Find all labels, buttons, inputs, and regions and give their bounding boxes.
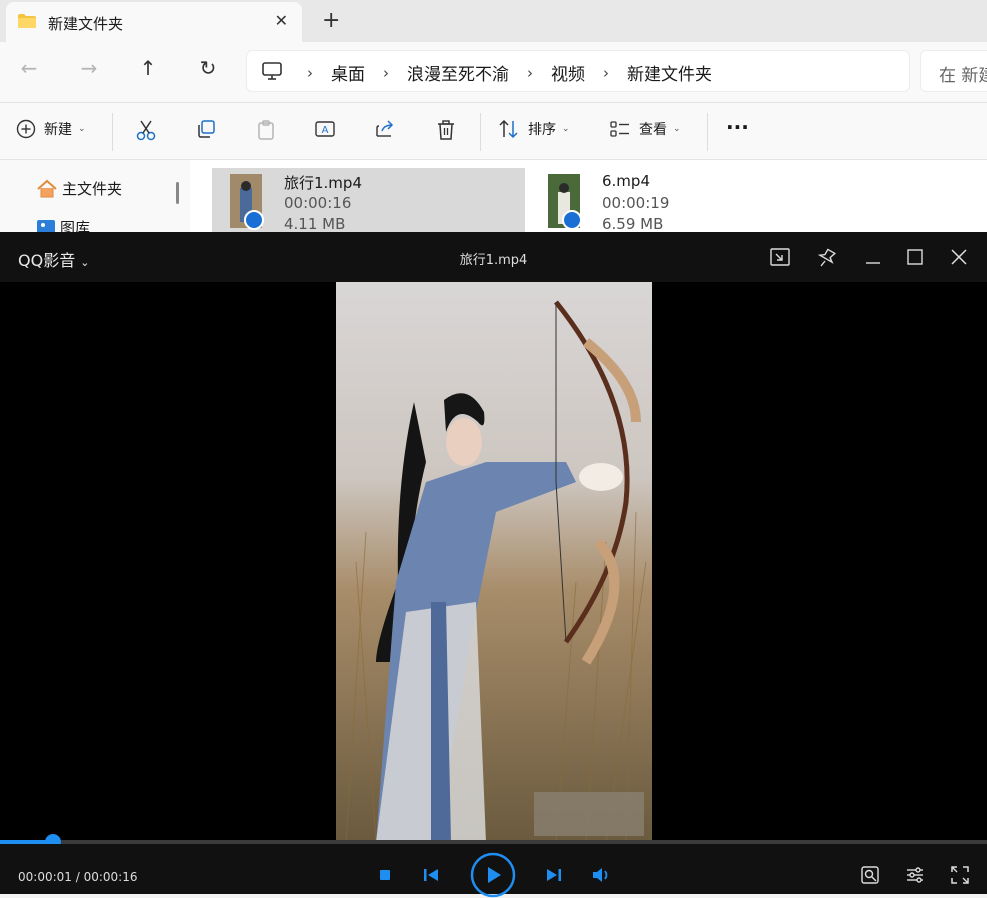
breadcrumb-item[interactable]: 视频	[551, 60, 585, 85]
divider	[112, 113, 113, 151]
rename-button[interactable]: A	[314, 119, 336, 139]
view-list-icon	[610, 121, 629, 137]
search-input[interactable]: 在 新建	[920, 50, 987, 92]
nav-item-label: 主文件夹	[62, 180, 123, 198]
previous-icon[interactable]	[421, 866, 441, 884]
plus-circle-icon	[16, 119, 36, 139]
rename-icon: A	[315, 121, 335, 137]
sort-label: 排序	[528, 122, 556, 138]
time-display: 00:00:01 / 00:00:16	[18, 870, 138, 884]
breadcrumb-item[interactable]: 新建文件夹	[627, 60, 712, 85]
next-icon[interactable]	[544, 866, 564, 884]
volume-icon[interactable]	[591, 865, 613, 885]
monitor-icon	[262, 62, 282, 80]
clipboard-icon	[258, 120, 274, 140]
navigation-pane: 主文件夹 图库	[0, 160, 190, 237]
mini-mode-icon[interactable]	[769, 246, 791, 268]
breadcrumb[interactable]: › 桌面 › 浪漫至死不渝 › 视频 › 新建文件夹	[246, 50, 910, 92]
view-button[interactable]: 查看 ⌄	[609, 119, 681, 139]
search-placeholder: 在 新建	[939, 66, 987, 86]
new-button[interactable]: 新建 ⌄	[16, 119, 86, 139]
qq-player-icon	[244, 210, 264, 230]
player-title: 旅行1.mp4	[459, 253, 528, 268]
chevron-right-icon[interactable]: ›	[383, 64, 389, 82]
new-tab-button[interactable]: +	[322, 8, 340, 33]
settings-sliders-icon[interactable]	[904, 864, 926, 886]
chevron-down-icon: ⌄	[78, 124, 86, 134]
file-explorer-window: 新建文件夹 ✕ + ← → ↑ ↻ › 桌面 › 浪漫至死不渝 › 视频 › 新建文件夹 在 …	[0, 0, 987, 237]
svg-text:A: A	[322, 125, 329, 136]
chevron-down-icon: ⌄	[673, 124, 681, 134]
close-icon[interactable]: ✕	[275, 11, 288, 30]
tab-current-folder[interactable]: 新建文件夹 ✕	[6, 2, 302, 42]
file-name: 旅行1.mp4	[284, 174, 362, 192]
file-name: 6.mp4	[602, 172, 650, 190]
sort-button[interactable]: 排序 ⌄	[498, 119, 570, 139]
minimize-icon[interactable]	[862, 246, 884, 268]
close-icon[interactable]	[948, 246, 970, 268]
fullscreen-icon[interactable]	[949, 864, 971, 886]
share-icon	[376, 120, 394, 137]
address-bar: ← → ↑ ↻ › 桌面 › 浪漫至死不渝 › 视频 › 新建文件夹 在 新建	[0, 42, 987, 102]
file-size: 4.11 MB	[284, 215, 346, 233]
chevron-right-icon[interactable]: ›	[603, 64, 609, 82]
copy-button[interactable]	[196, 119, 216, 139]
more-options-button[interactable]: ···	[726, 115, 749, 139]
player-controls: 00:00:01 / 00:00:16	[0, 844, 987, 898]
file-size: 6.59 MB	[602, 215, 664, 233]
player-title-bar: QQ影音 ⌄ 旅行1.mp4	[0, 232, 987, 282]
video-player-window: QQ影音 ⌄ 旅行1.mp4 00:00:01 / 00:00:16	[0, 232, 987, 898]
sort-icon	[499, 119, 518, 139]
file-list: 旅行1.mp4 00:00:16 4.11 MB 6.mp4 00:00:19 …	[190, 160, 987, 233]
screenshot-icon[interactable]	[859, 864, 881, 886]
cut-button[interactable]	[136, 119, 156, 141]
tab-bar: 新建文件夹 ✕ +	[0, 0, 987, 42]
file-duration: 00:00:16	[284, 194, 352, 212]
scrollbar[interactable]	[176, 182, 179, 204]
breadcrumb-item[interactable]: 桌面	[331, 60, 365, 85]
scissors-icon	[136, 120, 156, 141]
video-frame[interactable]	[336, 282, 652, 842]
file-duration: 00:00:19	[602, 194, 670, 212]
file-item[interactable]: 旅行1.mp4 00:00:16 4.11 MB	[212, 168, 525, 233]
paste-button[interactable]	[256, 119, 276, 141]
divider	[480, 113, 481, 151]
copy-icon	[198, 120, 215, 138]
divider	[707, 113, 708, 151]
chevron-right-icon[interactable]: ›	[527, 64, 533, 82]
tab-title: 新建文件夹	[48, 15, 124, 33]
command-bar: 新建 ⌄ A 排序 ⌄ 查看 ⌄ ···	[0, 102, 987, 160]
qq-player-icon	[562, 210, 582, 230]
chevron-right-icon[interactable]: ›	[307, 64, 313, 82]
nav-item-home[interactable]: 主文件夹	[36, 178, 122, 199]
play-icon[interactable]	[470, 852, 516, 898]
view-label: 查看	[639, 122, 667, 138]
up-arrow-icon[interactable]: ↑	[133, 56, 163, 80]
new-button-label: 新建	[44, 122, 72, 138]
maximize-icon[interactable]	[904, 246, 926, 268]
folder-icon	[18, 14, 36, 28]
back-arrow-icon[interactable]: ←	[14, 56, 44, 80]
breadcrumb-item[interactable]: 浪漫至死不渝	[407, 60, 509, 85]
chevron-down-icon: ⌄	[562, 124, 570, 134]
trash-icon	[438, 120, 454, 140]
pin-icon[interactable]	[816, 246, 838, 268]
delete-button[interactable]	[436, 119, 456, 141]
stop-icon[interactable]	[376, 866, 394, 884]
share-button[interactable]	[374, 119, 396, 139]
forward-arrow-icon[interactable]: →	[74, 56, 104, 80]
refresh-icon[interactable]: ↻	[193, 56, 223, 80]
breadcrumb-items: › 桌面 › 浪漫至死不渝 › 视频 › 新建文件夹	[307, 60, 712, 86]
file-item[interactable]: 6.mp4 00:00:19 6.59 MB	[530, 168, 830, 233]
home-icon	[37, 179, 57, 197]
